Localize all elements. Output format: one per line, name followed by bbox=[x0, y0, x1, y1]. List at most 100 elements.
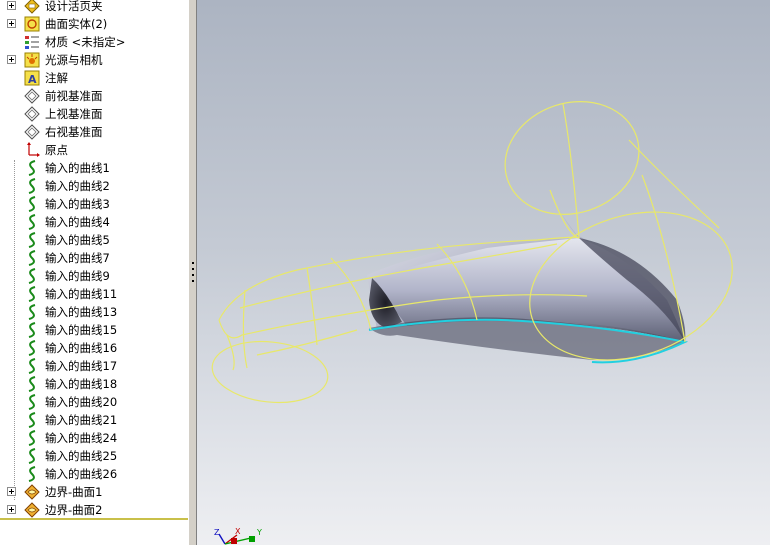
tree-item[interactable]: 前视基准面 bbox=[0, 87, 188, 105]
tree-item-label: 材质 <未指定> bbox=[45, 35, 126, 49]
curve-icon bbox=[24, 358, 40, 374]
expand-plus-icon[interactable] bbox=[7, 487, 16, 496]
tree-item-label: 右视基准面 bbox=[45, 125, 103, 139]
tree-item[interactable]: 输入的曲线11 bbox=[0, 285, 188, 303]
tree-item[interactable]: 输入的曲线18 bbox=[0, 375, 188, 393]
curve-icon bbox=[24, 250, 40, 266]
tree-item-label: 边界-曲面2 bbox=[45, 503, 103, 517]
tree-item[interactable]: 输入的曲线2 bbox=[0, 177, 188, 195]
curve-icon bbox=[24, 376, 40, 392]
tree-item[interactable]: 输入的曲线7 bbox=[0, 249, 188, 267]
triad-x-label: X bbox=[235, 527, 241, 536]
graphics-viewport[interactable]: Z X Y bbox=[197, 0, 770, 545]
annotations-icon: A bbox=[24, 70, 40, 86]
tree-item-label: 输入的曲线26 bbox=[45, 467, 118, 481]
tree-item-label: 曲面实体(2) bbox=[45, 17, 108, 31]
plane-icon bbox=[24, 124, 40, 140]
tree-item-label: 输入的曲线5 bbox=[45, 233, 110, 247]
tree-item[interactable]: 边界-曲面1 bbox=[0, 483, 188, 501]
svg-text:A: A bbox=[28, 73, 37, 86]
tree-item[interactable]: 输入的曲线16 bbox=[0, 339, 188, 357]
tree-item-label: 输入的曲线17 bbox=[45, 359, 118, 373]
tree-item-label: 原点 bbox=[45, 143, 68, 157]
curve-icon bbox=[24, 322, 40, 338]
triad-z-label: Z bbox=[214, 528, 220, 537]
curve-icon bbox=[24, 340, 40, 356]
tree-item-label: 输入的曲线9 bbox=[45, 269, 110, 283]
tree-item[interactable]: 输入的曲线1 bbox=[0, 159, 188, 177]
lights-cameras-icon bbox=[24, 52, 40, 68]
curve-icon bbox=[24, 160, 40, 176]
tree-item-label: 输入的曲线15 bbox=[45, 323, 118, 337]
tree-item-label: 输入的曲线13 bbox=[45, 305, 118, 319]
tree-item[interactable]: 输入的曲线4 bbox=[0, 213, 188, 231]
expand-plus-icon[interactable] bbox=[7, 505, 16, 514]
curve-icon bbox=[24, 448, 40, 464]
expand-plus-icon[interactable] bbox=[7, 1, 16, 10]
curve-icon bbox=[24, 178, 40, 194]
tree-item[interactable]: 输入的曲线15 bbox=[0, 321, 188, 339]
panel-splitter[interactable] bbox=[188, 0, 197, 545]
tree-item-label: 输入的曲线16 bbox=[45, 341, 118, 355]
tree-item[interactable]: 输入的曲线24 bbox=[0, 429, 188, 447]
tree-item[interactable]: 光源与相机 bbox=[0, 51, 188, 69]
tree-item-label: 输入的曲线11 bbox=[45, 287, 118, 301]
tree-item-label: 设计活页夹 bbox=[45, 0, 103, 13]
tree-item[interactable]: 输入的曲线9 bbox=[0, 267, 188, 285]
tree-item-label: 输入的曲线2 bbox=[45, 179, 110, 193]
tree-item-label: 输入的曲线7 bbox=[45, 251, 110, 265]
triad-y-cube-icon bbox=[249, 536, 255, 542]
tree-item-label: 光源与相机 bbox=[45, 53, 103, 67]
material-icon bbox=[24, 34, 40, 50]
tree-item[interactable]: 边界-曲面2 bbox=[0, 501, 188, 519]
expand-plus-icon[interactable] bbox=[7, 19, 16, 28]
splitter-grip-icon[interactable] bbox=[191, 262, 195, 290]
tree-item[interactable]: 曲面实体(2) bbox=[0, 15, 188, 33]
triad-cube-icon bbox=[231, 538, 237, 544]
tree-item-label: 边界-曲面1 bbox=[45, 485, 103, 499]
tree-bottom-panel bbox=[0, 518, 188, 545]
tree-item[interactable]: 右视基准面 bbox=[0, 123, 188, 141]
tree-item-label: 输入的曲线25 bbox=[45, 449, 118, 463]
tree-item[interactable]: 输入的曲线5 bbox=[0, 231, 188, 249]
triad-z-axis bbox=[218, 533, 226, 545]
tree-item[interactable]: 输入的曲线17 bbox=[0, 357, 188, 375]
tree-item-label: 前视基准面 bbox=[45, 89, 103, 103]
boundary-surface-icon bbox=[24, 484, 40, 500]
design-binder-icon bbox=[24, 0, 40, 14]
coordinate-triad: Z X Y bbox=[214, 527, 262, 545]
tree-item-label: 输入的曲线4 bbox=[45, 215, 110, 229]
surface-bodies-icon bbox=[24, 16, 40, 32]
origin-icon bbox=[24, 142, 40, 158]
curve-icon bbox=[24, 430, 40, 446]
curve-icon bbox=[24, 304, 40, 320]
tree-item[interactable]: 输入的曲线26 bbox=[0, 465, 188, 483]
curve-icon bbox=[24, 268, 40, 284]
curve-icon bbox=[24, 232, 40, 248]
tree-item[interactable]: 原点 bbox=[0, 141, 188, 159]
curve-icon bbox=[24, 196, 40, 212]
tree-item[interactable]: 材质 <未指定> bbox=[0, 33, 188, 51]
tree-item[interactable]: 输入的曲线20 bbox=[0, 393, 188, 411]
boundary-surface-icon bbox=[24, 502, 40, 518]
plane-icon bbox=[24, 106, 40, 122]
tree-item[interactable]: 输入的曲线25 bbox=[0, 447, 188, 465]
curve-icon bbox=[24, 214, 40, 230]
tree-item-label: 上视基准面 bbox=[45, 107, 103, 121]
curve-icon bbox=[24, 286, 40, 302]
tree-item[interactable]: 上视基准面 bbox=[0, 105, 188, 123]
curve-icon bbox=[24, 412, 40, 428]
triad-y-label: Y bbox=[256, 528, 262, 537]
tree-item-label: 注解 bbox=[45, 71, 68, 85]
tree-item[interactable]: 输入的曲线3 bbox=[0, 195, 188, 213]
tree-item[interactable]: 设计活页夹 bbox=[0, 0, 188, 15]
tree-item-label: 输入的曲线3 bbox=[45, 197, 110, 211]
tree-item[interactable]: A 注解 bbox=[0, 69, 188, 87]
tree-item[interactable]: 输入的曲线21 bbox=[0, 411, 188, 429]
tree-item-label: 输入的曲线1 bbox=[45, 161, 110, 175]
tree-item[interactable]: 输入的曲线13 bbox=[0, 303, 188, 321]
expand-plus-icon[interactable] bbox=[7, 55, 16, 64]
tree-item-label: 输入的曲线20 bbox=[45, 395, 118, 409]
feature-manager-tree: 设计活页夹曲面实体(2) 材质 <未指定> 光源与相机 A 注解前视基准面上视基准面右视… bbox=[0, 0, 189, 545]
surface-model[interactable] bbox=[197, 0, 770, 545]
